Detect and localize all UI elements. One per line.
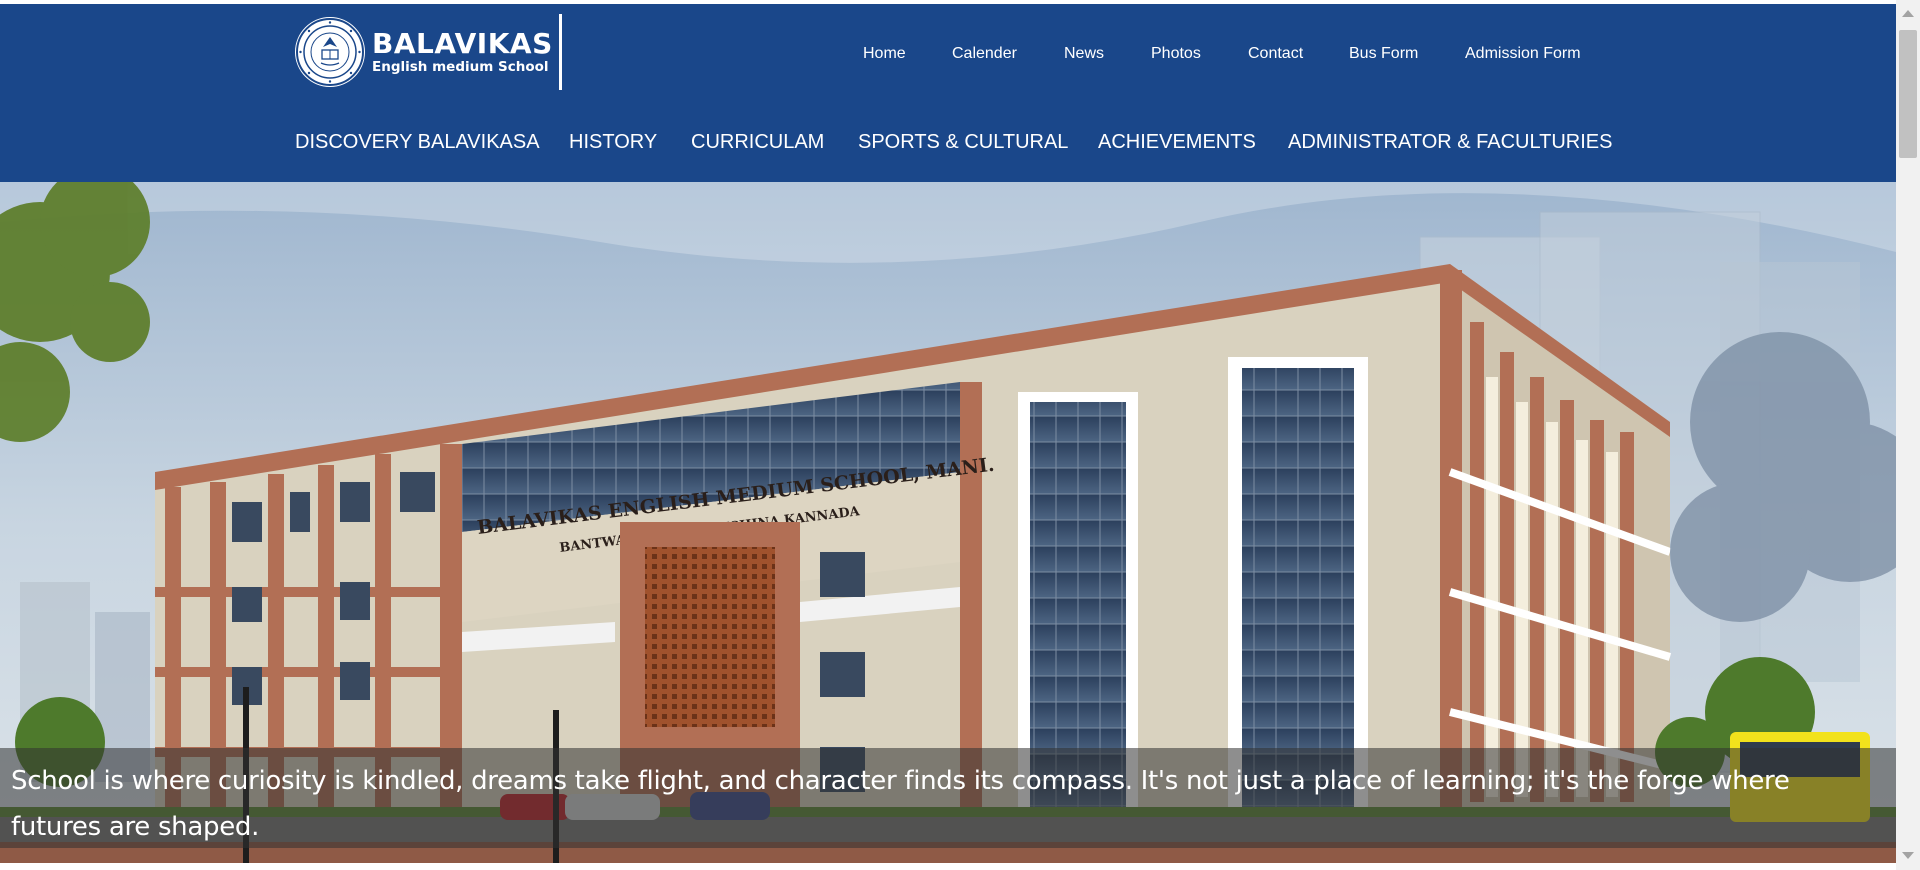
main-nav-discovery[interactable]: DISCOVERY BALAVIKASA	[295, 127, 540, 157]
site-logo-link[interactable]: BALAVIKAS English medium School	[295, 14, 562, 90]
logo-subtitle: English medium School	[372, 59, 549, 75]
hero-caption: School is where curiosity is kindled, dr…	[11, 766, 1790, 842]
school-seal-logo	[295, 17, 365, 87]
hero-banner: BALAVIKAS ENGLISH MEDIUM SCHOOL, MANI. B…	[0, 182, 1896, 870]
main-nav-curriculam[interactable]: CURRICULAM	[691, 127, 824, 157]
top-nav-calender[interactable]: Calender	[952, 42, 1017, 66]
page: BALAVIKAS English medium School Home Cal…	[0, 0, 1920, 870]
logo-text: BALAVIKAS English medium School	[372, 14, 562, 90]
top-nav-bus-form[interactable]: Bus Form	[1349, 42, 1418, 66]
main-nav-achievements[interactable]: ACHIEVEMENTS	[1098, 127, 1256, 157]
main-nav-sports-cultural[interactable]: SPORTS & CULTURAL	[858, 127, 1068, 157]
main-nav-administrator-faculturies[interactable]: ADMINISTRATOR & FACULTURIES	[1288, 127, 1612, 157]
top-nav-home[interactable]: Home	[863, 42, 906, 66]
top-nav-photos[interactable]: Photos	[1151, 42, 1201, 66]
bottom-strip	[0, 863, 1896, 870]
main-nav-history[interactable]: HISTORY	[569, 127, 657, 157]
scroll-up-arrow-icon[interactable]	[1902, 10, 1914, 17]
top-nav-news[interactable]: News	[1064, 42, 1104, 66]
site-header: BALAVIKAS English medium School Home Cal…	[0, 4, 1896, 182]
scroll-down-arrow-icon[interactable]	[1902, 852, 1914, 859]
logo-name: BALAVIKAS	[372, 27, 553, 60]
top-nav-contact[interactable]: Contact	[1248, 42, 1303, 66]
top-nav-admission-form[interactable]: Admission Form	[1465, 42, 1581, 66]
scrollbar-thumb[interactable]	[1899, 30, 1917, 158]
